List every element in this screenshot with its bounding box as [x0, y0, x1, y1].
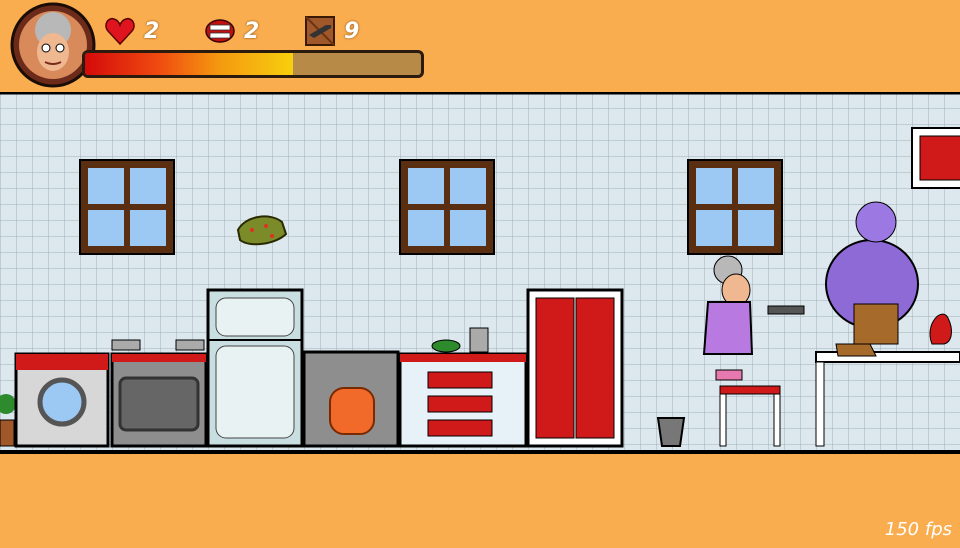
washing-machine	[14, 352, 110, 448]
floor-strip	[0, 450, 960, 548]
trash-bin	[656, 417, 686, 447]
wall-cabinet	[911, 127, 960, 189]
lives-count: 2	[144, 18, 160, 44]
health-fill	[85, 53, 294, 75]
dentures-icon	[205, 19, 235, 43]
lives-counter: 2	[104, 14, 159, 48]
shotgun-crate-icon	[305, 16, 335, 46]
red-cupboard	[526, 288, 624, 448]
heart-icon	[105, 17, 135, 46]
stove	[110, 339, 208, 448]
window-left	[79, 159, 175, 255]
oven	[302, 350, 400, 448]
fps-counter: 150 fps	[884, 519, 952, 540]
fridge	[206, 288, 304, 448]
dentures-counter: 2	[204, 14, 259, 48]
dentures-count: 2	[244, 18, 260, 44]
window-right	[687, 159, 783, 255]
kitchen-scene	[0, 92, 960, 450]
ammo-counter: 9	[304, 14, 359, 48]
potted-plant	[0, 394, 16, 447]
window-middle	[399, 159, 495, 255]
health-bar	[82, 50, 424, 78]
hud-bar: 2 2 9	[0, 0, 960, 92]
ammo-count: 9	[344, 18, 360, 44]
